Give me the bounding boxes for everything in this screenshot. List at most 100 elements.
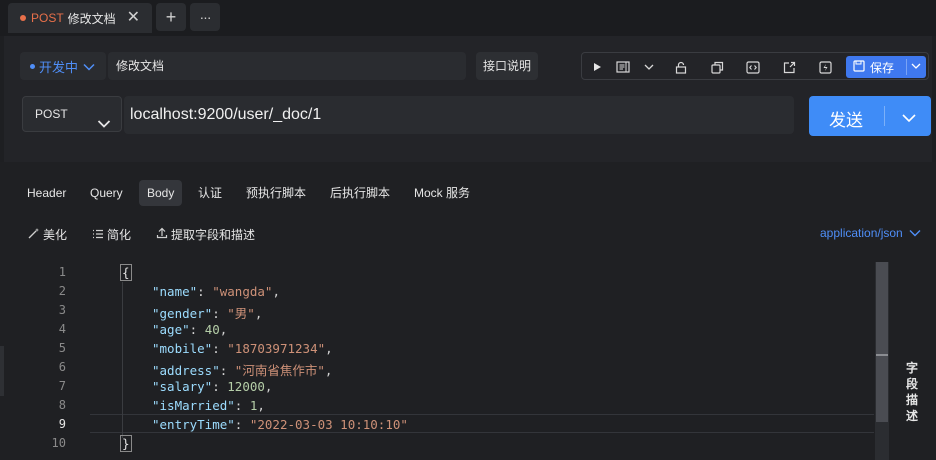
- code-line: "name": "wangda",: [152, 284, 280, 299]
- run-icon[interactable]: [588, 58, 606, 76]
- line-number: 6: [58, 360, 66, 374]
- magic-wand-icon: [28, 227, 40, 242]
- content-type-select[interactable]: application/json: [820, 226, 921, 240]
- json-key: "entryTime": [152, 417, 235, 432]
- line-number: 10: [51, 436, 66, 450]
- chevron-down-icon[interactable]: [911, 58, 921, 77]
- content-type-label: application/json: [820, 226, 903, 240]
- toolbar: 保存: [581, 52, 929, 80]
- save-button[interactable]: 保存: [846, 56, 926, 78]
- json-key: "name": [152, 284, 198, 299]
- method-select[interactable]: POST: [22, 96, 122, 132]
- code-line: "gender": "男",: [152, 306, 263, 321]
- json-key: "address": [152, 363, 220, 378]
- chevron-down-icon[interactable]: [901, 109, 917, 129]
- json-value: "wangda": [212, 284, 273, 299]
- share-icon[interactable]: [780, 58, 798, 76]
- chevron-down-icon: [909, 226, 921, 240]
- upload-icon: [156, 227, 168, 242]
- tab-pre-script[interactable]: 预执行脚本: [238, 180, 314, 206]
- line-number: 5: [58, 341, 66, 355]
- tab-query[interactable]: Query: [82, 180, 131, 206]
- json-value: "2022-03-03 10:10:10": [249, 417, 408, 432]
- json-key: "isMarried": [152, 398, 235, 413]
- chevron-down-icon: [83, 59, 95, 74]
- json-value: "18703971234": [227, 341, 326, 356]
- json-key: "gender": [152, 306, 213, 321]
- flash-icon[interactable]: [816, 58, 834, 76]
- send-label: 发送: [829, 111, 863, 130]
- json-comma: ,: [272, 284, 280, 299]
- line-number: 4: [58, 322, 66, 336]
- status-dot: [30, 63, 35, 69]
- tab-auth[interactable]: 认证: [190, 180, 230, 206]
- scrollbar-thumb[interactable]: [876, 262, 888, 422]
- doc-name-input[interactable]: 修改文档: [108, 52, 466, 80]
- save-icon: [853, 59, 865, 75]
- extract-fields-button[interactable]: 提取字段和描述: [156, 226, 255, 243]
- code-line: "address": "河南省焦作市",: [152, 363, 333, 378]
- url-input[interactable]: localhost:9200/user/_doc/1: [124, 96, 794, 134]
- open-brace: {: [120, 264, 132, 281]
- tab-method: POST: [31, 11, 64, 25]
- json-key: "salary": [152, 379, 213, 394]
- scrollbar-marker: [876, 354, 888, 356]
- code-line: }: [120, 435, 132, 452]
- tab-body[interactable]: Body: [139, 180, 183, 206]
- add-tab-button[interactable]: +: [156, 3, 186, 31]
- beautify-button[interactable]: 美化: [28, 226, 67, 243]
- json-comma: ,: [325, 341, 333, 356]
- extract-fields-label: 提取字段和描述: [171, 228, 256, 242]
- send-button[interactable]: 发送: [809, 96, 931, 136]
- field-description-toggle[interactable]: 字段描述: [904, 360, 920, 424]
- close-icon[interactable]: ✕: [127, 9, 140, 27]
- json-comma: ,: [324, 363, 333, 378]
- chevron-down-icon[interactable]: [640, 58, 658, 76]
- tab-modify-doc[interactable]: POST 修改文档 ✕: [8, 3, 152, 33]
- code-line: "isMarried": 1,: [152, 398, 265, 413]
- json-comma: ,: [219, 322, 228, 337]
- json-value: 40: [204, 322, 220, 337]
- status-select[interactable]: 开发中: [20, 52, 106, 80]
- code-line: "mobile": "18703971234",: [152, 341, 333, 356]
- simplify-label: 简化: [107, 228, 132, 242]
- code-line: {: [120, 264, 132, 281]
- json-comma: ,: [264, 379, 273, 394]
- tab-post-script[interactable]: 后执行脚本: [322, 180, 398, 206]
- status-label: 开发中: [39, 59, 79, 75]
- json-editor[interactable]: 1 2 3 4 5 6 7 8 9 10 { "name": "wangda",…: [0, 262, 890, 460]
- copy-icon[interactable]: [708, 58, 726, 76]
- lock-icon[interactable]: [672, 58, 690, 76]
- line-number: 1: [58, 265, 66, 279]
- beautify-label: 美化: [43, 228, 68, 242]
- json-key: "mobile": [152, 341, 213, 356]
- code-line: "salary": 12000,: [152, 379, 273, 394]
- save-divider: [906, 59, 907, 75]
- method-label: POST: [35, 107, 68, 121]
- save-label: 保存: [870, 60, 895, 75]
- line-number: 8: [58, 398, 66, 412]
- code-icon[interactable]: [744, 58, 762, 76]
- line-number: 7: [58, 379, 66, 393]
- json-value: "男": [227, 306, 255, 321]
- tab-mock[interactable]: Mock 服务: [406, 180, 478, 206]
- tab-bar: POST 修改文档 ✕ + ···: [0, 0, 936, 36]
- json-value: 12000: [227, 379, 265, 394]
- simplify-button[interactable]: 简化: [92, 226, 131, 243]
- code-line: "entryTime": "2022-03-03 10:10:10": [152, 417, 408, 432]
- close-brace: }: [120, 435, 132, 452]
- more-tabs-button[interactable]: ···: [190, 3, 220, 31]
- line-number-gutter: 1 2 3 4 5 6 7 8 9 10: [0, 262, 90, 460]
- tab-header[interactable]: Header: [19, 180, 74, 206]
- line-number: 2: [58, 284, 66, 298]
- tab-title: 修改文档: [67, 11, 116, 26]
- api-description-button[interactable]: 接口说明: [476, 52, 538, 80]
- document-icon[interactable]: [614, 58, 632, 76]
- line-number: 3: [58, 303, 66, 317]
- json-comma: ,: [257, 398, 265, 413]
- list-icon: [92, 228, 104, 242]
- line-number: 9: [58, 417, 66, 431]
- code-line: "age": 40,: [152, 322, 228, 337]
- json-value: "河南省焦作市": [234, 363, 325, 378]
- json-comma: ,: [254, 306, 263, 321]
